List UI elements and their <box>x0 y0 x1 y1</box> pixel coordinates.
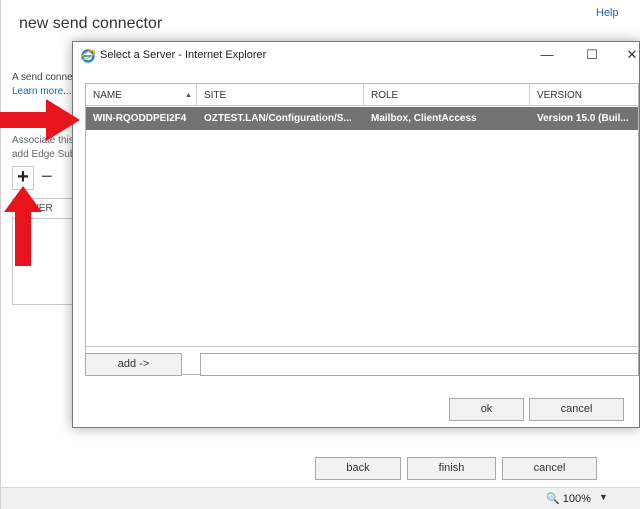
cell-site: OZTEST.LAN/Configuration/S... <box>204 113 352 124</box>
plus-icon: + <box>17 166 29 188</box>
back-button[interactable]: back <box>315 457 401 480</box>
minimize-icon: — <box>540 47 554 62</box>
selected-servers-field[interactable] <box>200 353 639 376</box>
column-header-version[interactable]: VERSION <box>530 84 638 106</box>
annotation-arrow-right-icon <box>0 99 80 141</box>
status-bar: 🔍 100% ▼ <box>1 487 640 509</box>
column-header-role[interactable]: ROLE <box>364 84 530 106</box>
column-header-name[interactable]: NAME ▲ <box>86 84 197 106</box>
server-grid: NAME ▲ SITE ROLE VERSION WIN-RQODDPEI2F4… <box>85 83 639 375</box>
cell-name: WIN-RQODDPEI2F4 <box>93 113 187 124</box>
grid-header: NAME ▲ SITE ROLE VERSION <box>86 84 638 106</box>
zoom-dropdown-icon[interactable]: ▼ <box>599 492 608 502</box>
description-text: A send conne <box>12 72 73 83</box>
add-button[interactable]: add -> <box>85 353 182 376</box>
maximize-button[interactable]: ☐ <box>581 45 603 65</box>
learn-more-link[interactable]: Learn more... <box>12 86 71 97</box>
select-server-dialog: Select a Server - Internet Explorer — ☐ … <box>72 41 640 428</box>
close-button[interactable]: ✕ <box>621 45 640 65</box>
edge-subscription-text: add Edge Sub <box>12 149 76 160</box>
wizard-cancel-button[interactable]: cancel <box>502 457 597 480</box>
internet-explorer-icon <box>80 49 96 63</box>
annotation-arrow-up-icon <box>4 186 42 266</box>
page-title: new send connector <box>19 15 163 32</box>
cell-role: Mailbox, ClientAccess <box>371 113 477 124</box>
column-header-name-label: NAME <box>93 90 122 101</box>
zoom-level: 100% <box>562 493 591 505</box>
cell-version: Version 15.0 (Buil... <box>537 113 629 124</box>
remove-server-button[interactable]: − <box>41 166 53 188</box>
minus-icon: − <box>41 166 53 188</box>
cancel-button[interactable]: cancel <box>529 398 624 421</box>
zoom-control[interactable]: 🔍 100% <box>546 492 591 505</box>
ok-button[interactable]: ok <box>449 398 524 421</box>
minimize-button[interactable]: — <box>536 45 558 65</box>
help-link[interactable]: Help <box>596 7 619 19</box>
dialog-title: Select a Server - Internet Explorer <box>100 49 267 61</box>
close-icon: ✕ <box>626 47 638 62</box>
maximize-icon: ☐ <box>586 47 598 62</box>
zoom-icon: 🔍 <box>546 493 560 505</box>
dialog-titlebar: Select a Server - Internet Explorer — ☐ … <box>73 42 639 69</box>
sort-ascending-icon: ▲ <box>185 92 192 99</box>
column-header-site[interactable]: SITE <box>197 84 364 106</box>
table-row[interactable]: WIN-RQODDPEI2F4 OZTEST.LAN/Configuration… <box>86 107 638 130</box>
finish-button[interactable]: finish <box>407 457 496 480</box>
